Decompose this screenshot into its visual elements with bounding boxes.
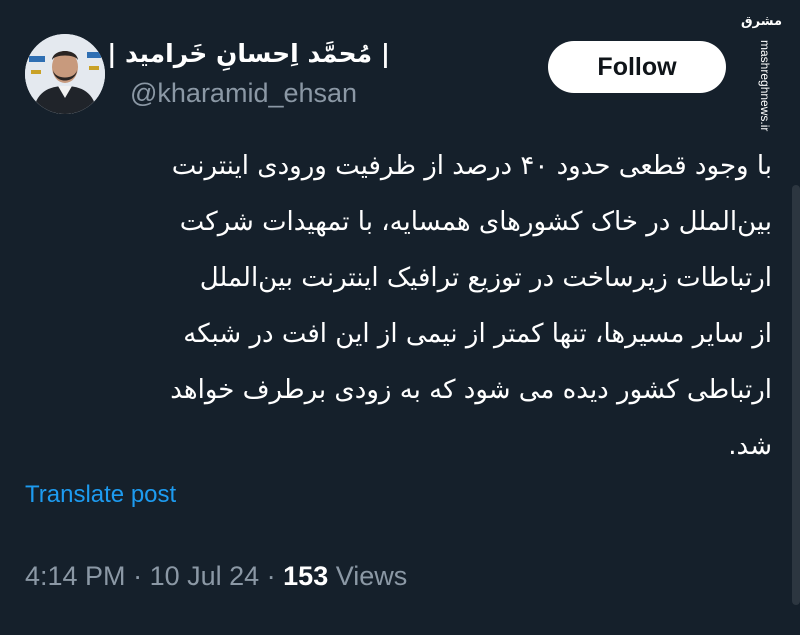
user-handle[interactable]: @kharamid_ehsan <box>130 78 357 108</box>
avatar[interactable] <box>25 34 105 114</box>
watermark-site: mashreghnews.ir <box>758 40 772 132</box>
tweet-card: | مُحمَّد اِحسانِ خَرامید | @kharamid_eh… <box>0 0 800 635</box>
display-name[interactable]: | مُحمَّد اِحسانِ خَرامید | <box>107 38 390 70</box>
post-time[interactable]: 4:14 PM <box>25 561 126 591</box>
scrollbar[interactable] <box>792 185 800 605</box>
follow-button[interactable]: Follow <box>548 41 726 93</box>
meta-separator: · <box>125 561 150 591</box>
translate-post-link[interactable]: Translate post <box>25 480 176 510</box>
tweet-line: ارتباطات زیرساخت در توزیع ترافیک اینترنت… <box>199 263 772 293</box>
tweet-line: با وجود قطعی حدود ۴۰ درصد از ظرفیت ورودی… <box>171 151 772 181</box>
post-date[interactable]: 10 Jul 24 <box>150 561 260 591</box>
tweet-meta: 4:14 PM · 10 Jul 24 · 153 Views <box>25 560 407 592</box>
meta-separator: · <box>259 561 284 591</box>
avatar-photo <box>25 34 105 114</box>
views-label[interactable]: Views <box>328 561 408 591</box>
views-count[interactable]: 153 <box>283 561 328 591</box>
tweet-text: با وجود قطعی حدود ۴۰ درصد از ظرفیت ورودی… <box>20 138 772 474</box>
watermark: مشرق mashreghnews.ir <box>741 14 782 132</box>
tweet-line: از سایر مسیرها، تنها کمتر از نیمی از این… <box>183 319 772 349</box>
tweet-line: بین‌الملل در خاک کشورهای همسایه، با تمهی… <box>179 207 772 237</box>
tweet-line: شد. <box>728 431 772 461</box>
watermark-logo: مشرق <box>741 14 782 29</box>
tweet-line: ارتباطی کشور دیده می شود که به زودی برطر… <box>170 375 772 405</box>
